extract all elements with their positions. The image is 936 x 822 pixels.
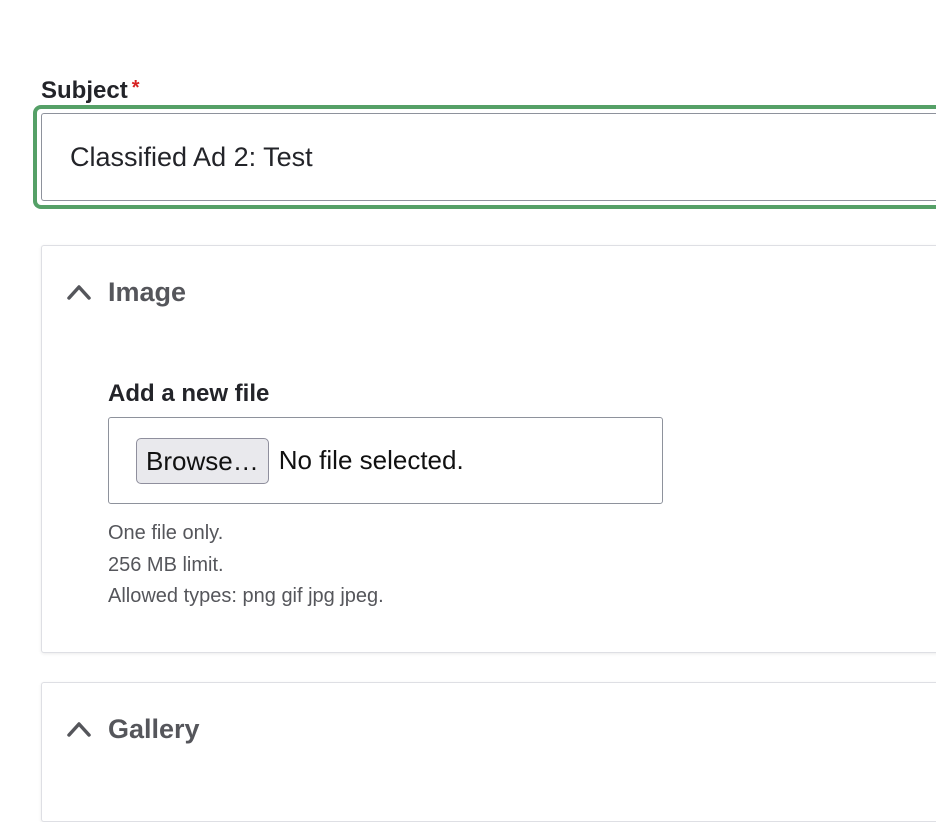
gallery-section-title: Gallery xyxy=(108,713,200,744)
chevron-up-icon xyxy=(66,716,92,742)
file-help-text: One file only. 256 MB limit. Allowed typ… xyxy=(108,518,384,613)
help-line-file-count: One file only. xyxy=(108,522,224,544)
file-upload-field: Browse… No file selected. xyxy=(108,417,663,504)
chevron-up-icon xyxy=(66,279,92,305)
file-status-text: No file selected. xyxy=(278,445,464,475)
image-details-panel: Image Add a new file Browse… No file sel… xyxy=(41,245,936,653)
help-line-size-limit: 256 MB limit. xyxy=(108,553,224,576)
gallery-section-toggle[interactable]: Gallery xyxy=(66,711,200,747)
subject-label: Subject * xyxy=(41,76,139,107)
browse-button[interactable]: Browse… xyxy=(136,437,269,484)
help-line-allowed-types: Allowed types: png gif jpg jpeg. xyxy=(108,585,384,607)
image-section-toggle[interactable]: Image xyxy=(66,274,186,310)
subject-input[interactable] xyxy=(41,113,936,201)
add-file-label: Add a new file xyxy=(108,380,270,407)
gallery-details-panel: Gallery xyxy=(41,682,936,822)
required-marker: * xyxy=(131,77,140,99)
subject-label-text: Subject xyxy=(41,77,128,104)
image-section-title: Image xyxy=(108,276,187,307)
